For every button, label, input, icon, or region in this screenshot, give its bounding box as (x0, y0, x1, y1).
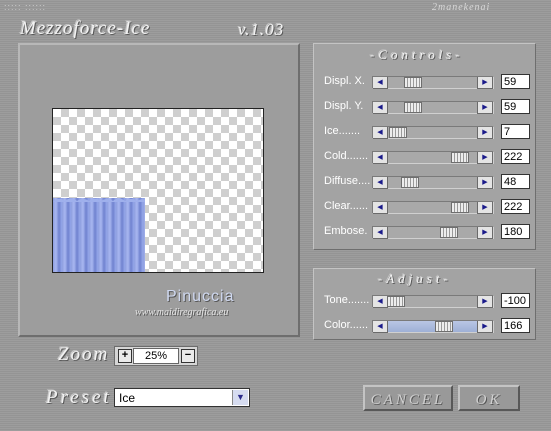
slider-label: Color...... (324, 319, 369, 331)
slider-label: Embose. (324, 225, 368, 237)
zoom-control: + 25% − (114, 346, 198, 366)
slider-thumb[interactable] (404, 77, 422, 88)
slider-track[interactable]: ◀ ▶ (372, 126, 494, 139)
ok-button[interactable]: OK (458, 385, 520, 411)
value-field[interactable]: -100 (501, 293, 530, 308)
zoom-value: 25% (133, 348, 179, 364)
slider-track[interactable]: ◀ ▶ (372, 176, 494, 189)
preset-select[interactable]: Ice ▼ (114, 388, 250, 407)
slider-label: Diffuse.... (324, 175, 371, 187)
slider-track[interactable]: ◀ ▶ (372, 226, 494, 239)
arrow-right-icon[interactable]: ▶ (477, 227, 493, 239)
ice-edge-drips (53, 198, 145, 202)
arrow-left-icon[interactable]: ◀ (373, 102, 388, 114)
arrow-right-icon[interactable]: ▶ (477, 202, 493, 214)
arrow-right-icon[interactable]: ▶ (477, 321, 493, 333)
arrow-left-icon[interactable]: ◀ (373, 296, 388, 308)
title-bar-dots: ::::: :::::: (4, 2, 47, 12)
value-field[interactable]: 7 (501, 124, 530, 139)
brand-label: 2manekenai (432, 2, 491, 13)
cancel-button[interactable]: CANCEL (363, 385, 453, 411)
slider-label: Displ. X. (324, 75, 365, 87)
slider-label: Displ. Y. (324, 100, 364, 112)
value-field[interactable]: 59 (501, 99, 530, 114)
arrow-left-icon[interactable]: ◀ (373, 127, 388, 139)
slider-label: Clear...... (324, 200, 369, 212)
value-field[interactable]: 48 (501, 174, 530, 189)
version-label: v.1.03 (238, 20, 285, 39)
slider-track[interactable]: ◀ ▶ (372, 201, 494, 214)
slider-track[interactable]: ◀ ▶ (372, 295, 494, 308)
signature-text: Pinuccia (166, 288, 235, 305)
arrow-left-icon[interactable]: ◀ (373, 202, 388, 214)
slider-track[interactable]: ◀ ▶ (372, 320, 494, 333)
zoom-in-button[interactable]: + (118, 349, 132, 363)
slider-track[interactable]: ◀ ▶ (372, 101, 494, 114)
slider-thumb[interactable] (440, 227, 458, 238)
arrow-left-icon[interactable]: ◀ (373, 177, 388, 189)
zoom-out-button[interactable]: − (181, 349, 195, 363)
arrow-right-icon[interactable]: ▶ (477, 127, 493, 139)
arrow-right-icon[interactable]: ▶ (477, 177, 493, 189)
preset-value: Ice (119, 391, 136, 405)
arrow-left-icon[interactable]: ◀ (373, 321, 388, 333)
slider-label: Tone....... (324, 294, 370, 306)
plugin-title: Mezzoforce-Ice (20, 18, 151, 39)
controls-title: -Controls- (370, 47, 464, 62)
slider-thumb[interactable] (401, 177, 419, 188)
arrow-right-icon[interactable]: ▶ (477, 296, 493, 308)
slider-label: Cold....... (324, 150, 369, 162)
slider-thumb[interactable] (404, 102, 422, 113)
zoom-label: Zoom (58, 344, 110, 365)
value-field[interactable]: 166 (501, 318, 530, 333)
slider-thumb[interactable] (451, 152, 469, 163)
value-field[interactable]: 59 (501, 74, 530, 89)
preset-label: Preset (46, 387, 112, 408)
value-field[interactable]: 222 (501, 149, 530, 164)
arrow-right-icon[interactable]: ▶ (477, 152, 493, 164)
chevron-down-icon[interactable]: ▼ (232, 390, 248, 405)
arrow-left-icon[interactable]: ◀ (373, 77, 388, 89)
value-field[interactable]: 222 (501, 199, 530, 214)
arrow-left-icon[interactable]: ◀ (373, 227, 388, 239)
ice-effect-preview (53, 198, 145, 272)
slider-label: Ice....... (324, 125, 361, 137)
slider-thumb[interactable] (435, 321, 453, 332)
arrow-right-icon[interactable]: ▶ (477, 77, 493, 89)
slider-thumb[interactable] (451, 202, 469, 213)
slider-thumb[interactable] (387, 296, 405, 307)
adjust-title: -Adjust- (378, 271, 452, 286)
slider-thumb[interactable] (389, 127, 407, 138)
slider-track[interactable]: ◀ ▶ (372, 76, 494, 89)
arrow-right-icon[interactable]: ▶ (477, 102, 493, 114)
slider-track[interactable]: ◀ ▶ (372, 151, 494, 164)
arrow-left-icon[interactable]: ◀ (373, 152, 388, 164)
website-text: www.maidiregrafica.eu (135, 307, 229, 318)
value-field[interactable]: 180 (501, 224, 530, 239)
